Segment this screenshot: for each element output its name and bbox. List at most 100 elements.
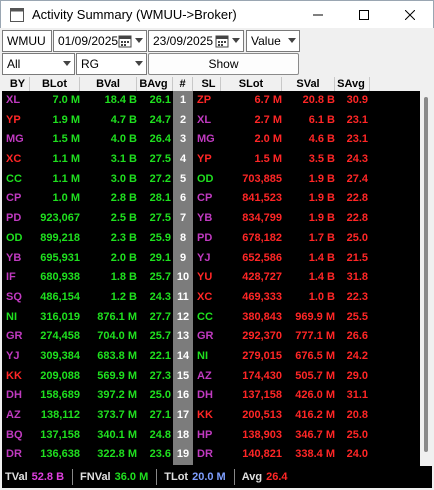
sell-avg: 26.6 bbox=[346, 330, 368, 343]
sell-value: 1.7 B bbox=[308, 231, 335, 244]
maximize-icon bbox=[359, 9, 369, 20]
table-row[interactable]: XL 7.0 M 18.4 B 26.1 1 ZP 6.7 M 20.8 B 30.9 bbox=[2, 91, 420, 111]
row-spacer bbox=[370, 426, 420, 446]
buyer-code: IF bbox=[6, 271, 16, 284]
table-row[interactable]: KK 209,088 569.9 M 27.3 15 AZ 174,430 505.7 M 29… bbox=[2, 366, 420, 387]
buy-value: 876.1 M bbox=[97, 310, 137, 323]
fnval-label: FNVal bbox=[80, 471, 111, 483]
scrollbar-thumb[interactable] bbox=[424, 97, 428, 452]
header-num[interactable]: # bbox=[173, 77, 193, 91]
header-sval[interactable]: SVal bbox=[282, 77, 335, 91]
buy-lot: 138,112 bbox=[40, 409, 80, 421]
table-row[interactable]: YP 1.9 M 4.7 B 24.7 2 XL 2.7 M 6.1 B 23.1 bbox=[2, 110, 420, 131]
avg-value: 26.4 bbox=[266, 471, 288, 483]
seller-code: PD bbox=[197, 231, 213, 244]
date-from-value: 01/09/2025 bbox=[58, 34, 119, 48]
sell-avg: 23.1 bbox=[346, 133, 368, 146]
buy-avg: 22.1 bbox=[149, 349, 171, 362]
table-row[interactable]: AZ 138,112 373.7 M 27.1 17 KK 200,513 416.2 M 20… bbox=[2, 406, 420, 426]
table-row[interactable]: NI 316,019 876.1 M 27.7 12 CC 380,843 969.9 M 25… bbox=[2, 307, 420, 328]
buyer-code: SQ bbox=[6, 290, 22, 303]
sell-lot: 2.0 M bbox=[254, 133, 282, 146]
rank-number: 3 bbox=[173, 130, 193, 151]
buy-lot: 7.0 M bbox=[52, 94, 80, 106]
header-sl[interactable]: SL bbox=[193, 77, 221, 91]
table-row[interactable]: MG 1.5 M 4.0 B 26.4 3 MG 2.0 M 4.6 B 23.1 bbox=[2, 130, 420, 151]
calendar-icon[interactable] bbox=[118, 34, 132, 48]
tlot-value: 20.0 M bbox=[192, 471, 226, 483]
row-spacer bbox=[370, 229, 420, 249]
header-blot[interactable]: BLot bbox=[30, 77, 80, 91]
maximize-button[interactable] bbox=[341, 1, 387, 29]
header-savg[interactable]: SAvg bbox=[335, 77, 370, 91]
buy-avg: 29.1 bbox=[149, 251, 171, 264]
show-button[interactable]: Show bbox=[148, 53, 299, 75]
sell-avg: 23.1 bbox=[346, 113, 368, 126]
rank-number: 11 bbox=[173, 287, 193, 308]
sell-value: 426.0 M bbox=[295, 389, 335, 402]
table-row[interactable]: YB 695,931 2.0 B 29.1 9 YJ 652,586 1.4 B 21.5 bbox=[2, 248, 420, 269]
header-bavg[interactable]: BAvg bbox=[137, 77, 173, 91]
chevron-down-icon[interactable] bbox=[63, 61, 71, 66]
minimize-button[interactable] bbox=[295, 1, 341, 29]
table-row[interactable]: OD 899,218 2.3 B 25.9 8 PD 678,182 1.7 B 25.0 bbox=[2, 228, 420, 249]
table-row[interactable]: YJ 309,384 683.8 M 22.1 14 NI 279,015 676.5 M 24… bbox=[2, 346, 420, 367]
table-row[interactable]: DR 136,638 322.8 M 23.6 19 DR 140,821 338.4 M 24… bbox=[2, 445, 420, 466]
row-spacer bbox=[370, 91, 420, 111]
scope-select[interactable]: All bbox=[2, 53, 75, 75]
table-row[interactable]: SQ 486,154 1.2 B 24.3 11 XC 469,333 1.0 B 22.3 bbox=[2, 287, 420, 308]
calendar-icon[interactable] bbox=[215, 34, 229, 48]
date-to-picker[interactable]: 23/09/2025 bbox=[148, 30, 244, 52]
sell-value: 338.4 M bbox=[295, 448, 335, 461]
seller-code: CP bbox=[197, 192, 213, 205]
chevron-down-icon[interactable] bbox=[135, 38, 143, 43]
rank-number: 9 bbox=[173, 248, 193, 269]
rank-number: 5 bbox=[173, 169, 193, 190]
table-row[interactable]: GR 274,458 704.0 M 25.7 13 GR 292,370 777.1 M 26… bbox=[2, 327, 420, 347]
buy-value: 4.7 B bbox=[110, 113, 137, 126]
seller-code: YJ bbox=[197, 251, 211, 264]
header-by[interactable]: BY bbox=[2, 77, 30, 91]
filter-toolbar-top: WMUU 01/09/2025 23/09/2025 Value bbox=[2, 30, 432, 54]
buy-value: 3.1 B bbox=[110, 153, 137, 166]
row-spacer bbox=[370, 249, 420, 269]
date-from-picker[interactable]: 01/09/2025 bbox=[53, 30, 147, 52]
sell-value: 505.7 M bbox=[295, 369, 335, 382]
stock-input[interactable]: WMUU bbox=[2, 30, 52, 52]
table-scrollbar[interactable] bbox=[420, 77, 432, 466]
sell-lot: 140,821 bbox=[242, 448, 282, 461]
seller-code: GR bbox=[197, 330, 214, 343]
close-button[interactable] bbox=[387, 1, 433, 29]
buyer-code: BQ bbox=[6, 428, 23, 441]
sell-value: 1.4 B bbox=[308, 271, 335, 284]
row-spacer bbox=[370, 150, 420, 170]
chevron-down-icon[interactable] bbox=[288, 38, 296, 43]
chevron-down-icon[interactable] bbox=[135, 61, 143, 66]
rank-number: 7 bbox=[173, 209, 193, 229]
broker-select[interactable]: RG bbox=[76, 53, 147, 75]
chevron-down-icon[interactable] bbox=[232, 38, 240, 43]
sell-lot: 678,182 bbox=[242, 231, 282, 244]
table-row[interactable]: PD 923,067 2.5 B 27.5 7 YB 834,799 1.9 B 22.8 bbox=[2, 209, 420, 229]
buyer-code: DR bbox=[6, 448, 22, 461]
sell-avg: 30.9 bbox=[346, 94, 368, 106]
sell-avg: 20.8 bbox=[346, 409, 368, 421]
sell-lot: 703,885 bbox=[242, 172, 282, 185]
table-row[interactable]: CC 1.1 M 3.0 B 27.2 5 OD 703,885 1.9 B 27.4 bbox=[2, 169, 420, 190]
table-row[interactable]: XC 1.1 M 3.1 B 27.5 4 YP 1.5 M 3.5 B 24.3 bbox=[2, 150, 420, 170]
buy-avg: 23.6 bbox=[149, 448, 171, 461]
table-row[interactable]: DH 158,689 397.2 M 25.0 16 DH 137,158 426.0 M 31… bbox=[2, 386, 420, 406]
table-row[interactable]: IF 680,938 1.8 B 25.7 10 YU 428,727 1.4 B 31.8 bbox=[2, 268, 420, 288]
row-spacer bbox=[370, 268, 420, 288]
table-row[interactable]: BQ 137,158 340.1 M 24.8 18 HP 138,903 346.7 M 25… bbox=[2, 425, 420, 446]
metric-select[interactable]: Value bbox=[246, 30, 300, 52]
table-row[interactable]: CP 1.0 M 2.8 B 28.1 6 CP 841,523 1.9 B 22.8 bbox=[2, 189, 420, 210]
header-slot[interactable]: SLot bbox=[221, 77, 282, 91]
header-bval[interactable]: BVal bbox=[80, 77, 137, 91]
buy-avg: 27.5 bbox=[149, 153, 171, 166]
sell-lot: 292,370 bbox=[242, 330, 282, 343]
fnval-value: 36.0 M bbox=[114, 471, 149, 483]
title-bar: Activity Summary (WMUU->Broker) bbox=[0, 0, 434, 28]
sell-lot: 469,333 bbox=[242, 290, 282, 303]
buy-avg: 26.4 bbox=[149, 133, 171, 146]
